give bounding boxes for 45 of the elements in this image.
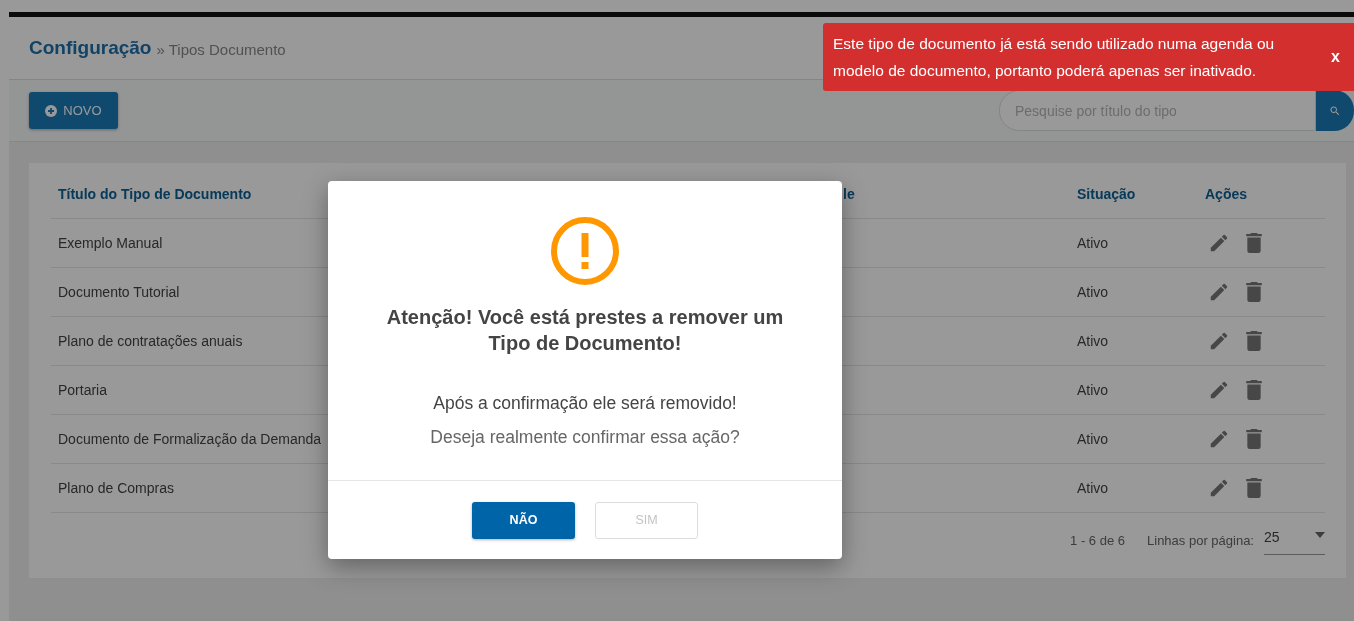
warning-icon — [550, 216, 620, 286]
rows-per-page-select[interactable]: 25 — [1264, 525, 1325, 555]
table-cell: Plano de Compras — [58, 480, 174, 496]
rows-per-page-label: Linhas por página: — [1147, 532, 1254, 548]
pencil-icon[interactable] — [1208, 281, 1230, 303]
pencil-icon[interactable] — [1208, 232, 1230, 254]
pencil-icon[interactable] — [1208, 379, 1230, 401]
dialog-title: Atenção! Você está prestes a remover um Tipo de Documento! — [385, 305, 785, 356]
table-cell: Documento Tutorial — [58, 284, 180, 300]
column-header[interactable]: le — [843, 186, 855, 202]
table-cell: Ativo — [1077, 333, 1109, 349]
table-cell: Portaria — [58, 382, 108, 398]
table-cell: Ativo — [1077, 284, 1109, 300]
trash-icon[interactable] — [1246, 233, 1262, 253]
table-cell: Plano de contratações anuais — [58, 333, 243, 349]
table-cell: Documento de Formalização da Demanda — [58, 431, 322, 447]
table-cell: Ativo — [1077, 382, 1109, 398]
trash-icon[interactable] — [1246, 282, 1262, 302]
no-button[interactable]: NÃO — [472, 501, 575, 539]
table-cell: Ativo — [1077, 480, 1109, 496]
plus-circle-icon — [45, 104, 58, 117]
table-cell: Exemplo Manual — [58, 235, 163, 251]
pencil-icon[interactable] — [1208, 428, 1230, 450]
column-header[interactable]: Ações — [1205, 186, 1248, 202]
page-range: 1 - 6 de 6 — [1070, 532, 1125, 548]
dialog-message: Após a confirmação ele será removido! — [433, 393, 737, 414]
trash-icon[interactable] — [1246, 478, 1262, 498]
pencil-icon[interactable] — [1208, 330, 1230, 352]
dialog-question: Deseja realmente confirmar essa ação? — [430, 427, 740, 448]
breadcrumb-section[interactable]: Configuração — [29, 37, 152, 59]
trash-icon[interactable] — [1246, 331, 1262, 351]
column-header[interactable]: Título do Tipo de Documento — [58, 186, 252, 202]
new-button[interactable]: NOVO — [29, 92, 118, 129]
pencil-icon[interactable] — [1208, 477, 1230, 499]
caret-icon — [1315, 532, 1325, 538]
toast-message: Este tipo de documento já está sendo utilizado numa agenda ou modelo de documento, portanto poderá apenas ser inativado. — [833, 34, 1276, 81]
trash-icon[interactable] — [1246, 380, 1262, 400]
search-icon — [1329, 104, 1341, 117]
trash-icon[interactable] — [1246, 429, 1262, 449]
table-cell: Ativo — [1077, 431, 1109, 447]
table-cell: Ativo — [1077, 235, 1109, 251]
page-title: » Tipos Documento — [156, 41, 286, 58]
search-button[interactable] — [1316, 90, 1354, 131]
column-header[interactable]: Situação — [1077, 186, 1136, 202]
close-button[interactable]: x — [1329, 48, 1342, 66]
